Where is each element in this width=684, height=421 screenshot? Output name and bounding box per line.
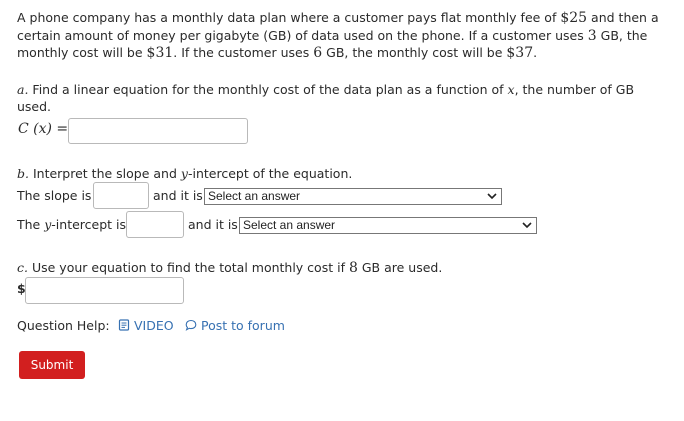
cost-value-2: $37 [506,45,534,61]
gb-value-3: 8 [348,260,358,276]
variable-x: x [507,82,515,97]
problem-intro-line2: certain amount of money per gigabyte (GB… [17,28,648,44]
problem-intro-line1: A phone company has a monthly data plan … [17,10,659,26]
intercept-select-value: Select an answer [243,218,336,232]
part-c-prefix: c. [17,260,28,275]
slope-input[interactable] [93,182,149,209]
part-b-prefix: b. [17,166,29,181]
document-icon [118,319,130,331]
part-a-question-line2: used. [17,99,52,114]
gb-value-2: 6 [313,45,323,61]
linear-equation-input[interactable] [68,118,248,144]
intercept-and-it-is: and it is [188,217,238,232]
speech-bubble-icon [185,319,197,331]
fee-amount: $25 [560,10,588,26]
variable-y: y [180,166,188,181]
intercept-label: The y-intercept is [17,217,127,232]
chevron-down-icon [487,193,497,200]
slope-and-it-is: and it is [153,188,203,203]
intercept-input[interactable] [126,211,184,238]
post-to-forum-link[interactable]: Post to forum [185,318,285,333]
part-a-question: a. Find a linear equation for the monthl… [17,82,635,97]
video-link[interactable]: VIDEO [118,318,174,333]
slope-label: The slope is [17,188,92,203]
problem-intro-line3: monthly cost will be $31. If the custome… [17,45,538,61]
question-help-label: Question Help: [17,318,110,333]
gb-value-1: 3 [587,28,597,44]
submit-button[interactable]: Submit [19,351,85,379]
total-cost-input[interactable] [25,277,184,304]
cost-value-1: $31 [146,45,174,61]
part-b-question: b. Interpret the slope and y-intercept o… [17,166,353,181]
part-c-question: c. Use your equation to find the total m… [17,260,443,276]
slope-select-value: Select an answer [208,189,301,203]
slope-interpretation-select[interactable]: Select an answer [204,188,502,205]
chevron-down-icon [522,222,532,229]
function-label: C (x) = [18,121,69,137]
intercept-interpretation-select[interactable]: Select an answer [239,217,537,234]
part-a-prefix: a. [17,82,29,97]
